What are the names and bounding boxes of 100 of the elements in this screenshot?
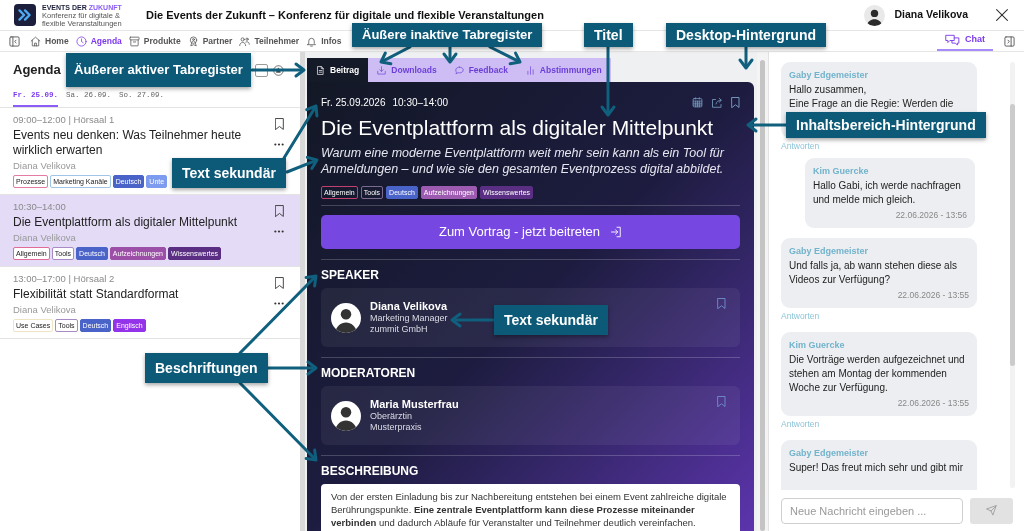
scrollbar-thumb[interactable] <box>760 60 765 531</box>
calendar-icon[interactable] <box>692 97 703 108</box>
nav-item[interactable]: Home <box>30 34 69 48</box>
chat-icon <box>945 33 960 47</box>
user-name: Diana Velikova <box>894 7 968 23</box>
nav-item[interactable]: Agenda <box>75 34 122 48</box>
message-text: Super! Das freut mich sehr und gibt mir <box>789 461 964 475</box>
person-name: Maria Musterfrau <box>370 398 459 411</box>
download-icon <box>377 65 387 75</box>
scrollbar[interactable] <box>1010 62 1015 488</box>
share-icon[interactable] <box>711 97 723 108</box>
document-icon <box>316 65 325 75</box>
bookmark-icon[interactable] <box>274 277 284 289</box>
clock-icon <box>75 35 87 47</box>
session-title: Die Eventplattform als digitaler Mittelpunkt <box>321 115 715 141</box>
description-text: Von der ersten Einladung bis zur Nachbereitung entstehen bei einem Event zahlreiche digitale Berührungspunkte. Eine zentrale Eventplattform kann diese Prozesse miteinander verbinden und dadurch Abläufe für Veranstalter und Teilnehmer deutlich vereinfachen. <box>331 490 728 529</box>
bar-chart-icon <box>525 65 535 75</box>
scrollbar[interactable] <box>757 52 768 531</box>
agenda-heading: Agenda <box>13 61 61 80</box>
message-author: Gaby Edgemeister <box>789 245 870 257</box>
session-speaker: Diana Velikova <box>13 160 76 172</box>
annotation-arrow <box>738 45 754 70</box>
session-date: Fr. 25.09.2026 <box>321 96 386 109</box>
message-author: Gaby Edgemeister <box>789 69 870 81</box>
content-tab[interactable]: Beitrag <box>307 58 369 82</box>
speech-bubble-icon <box>454 65 464 75</box>
person-avatar <box>331 302 361 333</box>
section-heading: SPEAKER <box>321 268 380 283</box>
enter-icon <box>610 226 623 238</box>
close-icon[interactable] <box>996 9 1008 21</box>
session-title: Flexibilität statt Standardformat <box>13 287 179 302</box>
more-icon[interactable] <box>274 302 284 305</box>
annotation-label: Beschriftungen <box>145 353 268 383</box>
circle-icon[interactable] <box>273 64 284 76</box>
scrollbar-thumb[interactable] <box>1010 104 1015 366</box>
person-company: Musterpraxis <box>370 422 422 433</box>
archive-icon <box>128 35 140 47</box>
message-text: Die Vorträge werden aufgezeichnet und stehen am Montag der kommenden Woche zur Verfügung. <box>789 353 966 395</box>
content-tab[interactable]: Downloads <box>368 58 446 82</box>
content-tab[interactable]: Feedback <box>445 58 517 82</box>
session-time: 13:00–17:00 | Hörsaal 2 <box>13 273 115 285</box>
person-company: zummit GmbH <box>370 324 428 335</box>
section-heading: BESCHREIBUNG <box>321 464 420 479</box>
session-speaker: Diana Velikova <box>13 304 76 316</box>
message-text: Hallo Gabi, ich werde nachfragen und melde mich gleich. <box>813 179 962 207</box>
nav-item[interactable]: Produkte <box>128 34 181 48</box>
message-time: 22.06.2026 - 13:56 <box>894 210 967 221</box>
nav-item[interactable]: Partner <box>187 34 233 48</box>
annotation-arrow <box>600 45 616 117</box>
annotation-label: Inhaltsbereich-Hintergrund <box>786 112 986 138</box>
people-icon <box>239 35 251 47</box>
bookmark-icon[interactable] <box>274 118 284 130</box>
session-subtitle: Warum eine moderne Eventplattform weit mehr sein kann als ein Tool für Anmeldungen – und wie sie den gesamten Eventprozess digital abbildet. <box>321 145 726 177</box>
annotation-arrow <box>746 117 788 133</box>
more-icon[interactable] <box>274 230 284 233</box>
session-time: 09:00–12:00 | Hörsaal 1 <box>13 114 115 126</box>
send-icon <box>986 505 997 516</box>
message-author: Kim Guercke <box>789 339 846 351</box>
session-title: Die Eventplattform als digitaler Mittelpunkt <box>13 215 238 230</box>
bell-icon <box>306 35 318 47</box>
session-speaker: Diana Velikova <box>13 232 76 244</box>
bookmark-icon[interactable] <box>731 97 740 108</box>
annotation-arrow <box>488 45 522 66</box>
message-text: Hallo zusammen, Eine Frage an die Regie: Werden die <box>789 83 955 111</box>
person-avatar <box>331 400 361 431</box>
section-heading: MODERATOREN <box>321 366 417 381</box>
annotation-label: Äußere inaktive Tabregister <box>352 23 543 47</box>
annotation-arrow <box>450 312 496 328</box>
message-author: Kim Guercke <box>813 165 870 177</box>
message-text: Und falls ja, ab wann stehen diese als Videos zur Verfügung? <box>789 259 958 287</box>
person-role: Marketing Manager <box>370 313 448 324</box>
session-title: Events neu denken: Was Teilnehmer heute wirklich erwarten <box>13 128 243 158</box>
message-time: 22.06.2026 - 13:55 <box>896 398 969 409</box>
annotation-label: Text sekundär <box>494 305 608 335</box>
page-title: Die Events der Zukunft – Konferenz für digitale und flexible Veranstaltungen <box>146 8 544 22</box>
logo-icon <box>14 4 36 26</box>
message-input[interactable]: Neue Nachricht eingeben ... <box>781 497 963 524</box>
annotation-label: Äußerer aktiver Tabregister <box>66 53 251 87</box>
content-tab[interactable]: Abstimmungen <box>516 58 611 82</box>
session-time: 10:30–14:00 <box>392 96 449 109</box>
nav-item[interactable]: Teilnehmer <box>239 34 300 48</box>
annotation-arrow <box>379 45 412 66</box>
annotation-label: Titel <box>584 23 633 47</box>
sidebar-toggle-icon[interactable] <box>9 35 20 47</box>
annotation-label: Text sekundär <box>172 158 286 188</box>
person-name: Diana Velikova <box>370 300 448 313</box>
annotation-arrow <box>442 45 458 64</box>
session-time: 10:30–14:00 <box>13 201 66 213</box>
message-time: 22.06.2026 - 13:55 <box>896 290 969 301</box>
nav-item[interactable]: Infos <box>306 34 342 48</box>
user-avatar <box>864 4 886 26</box>
annotation-label: Desktop-Hintergrund <box>666 23 826 47</box>
bookmark-icon[interactable] <box>274 205 284 217</box>
join-button[interactable]: Zum Vortrag - jetzt beitreten <box>321 215 740 249</box>
sidebar-toggle-icon[interactable] <box>1004 35 1015 47</box>
person-role: Oberärztin <box>370 411 413 422</box>
home-icon <box>30 35 41 47</box>
more-icon[interactable] <box>274 143 284 146</box>
badge-icon <box>187 35 199 47</box>
message-author: Gaby Edgemeister <box>789 447 870 459</box>
